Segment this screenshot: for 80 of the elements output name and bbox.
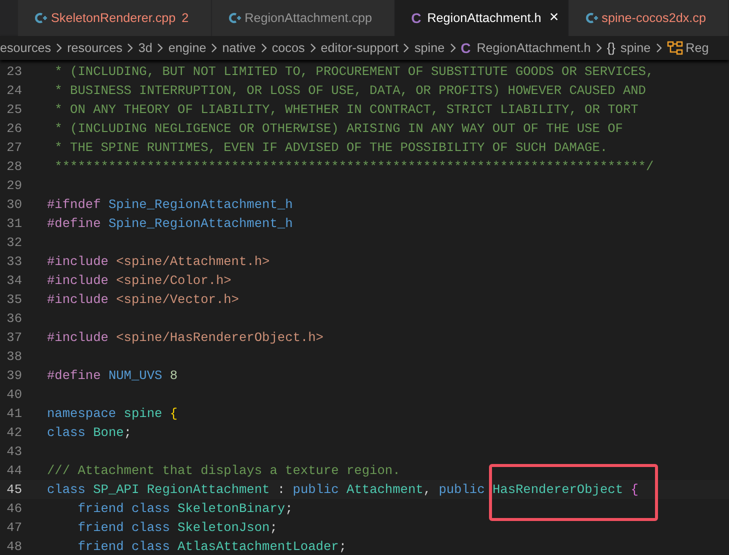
code-line: * BUSINESS INTERRUPTION, OR LOSS OF USE, DATA, OR PROFITS) HOWEVER CAUSED AND [54,82,646,100]
chevron-icon [656,43,662,53]
breadcrumb-item[interactable]: native [222,38,256,58]
breadcrumb-item[interactable]: 3d [138,38,152,58]
breadcrumb-item[interactable]: spine [414,38,445,58]
code-line: namespace spine { [47,404,178,423]
line-number: 32 [6,234,22,252]
line-number: 36 [6,310,22,328]
breadcrumb-item[interactable]: cocos [272,38,305,58]
line-number: 37 [6,328,22,347]
line-number: 41 [6,404,22,423]
tab-label: RegionAttachment.h [427,10,542,27]
tab-label: RegionAttachment.cpp [244,10,372,27]
line-number: 43 [6,442,22,461]
breadcrumb-item[interactable]: Reg [686,38,709,58]
editor-tab[interactable]: SkeletonRenderer.cpp 2 [18,0,212,36]
tab-label: spine-cocos2dx.cp [602,10,706,27]
chevron-icon [450,43,456,53]
line-number: 24 [6,82,22,100]
code-line: /// Attachment that displays a texture region. [47,462,400,480]
code-line: * ON ANY THEORY OF LIABILITY, WHETHER IN CONTRACT, STRICT LIABILITY, OR TORT [54,100,638,119]
code-line: *****************************************************************************/ [54,158,654,176]
line-number: 35 [6,290,22,309]
breadcrumb-item[interactable]: spine [620,38,651,58]
code-line: * THE SPINE RUNTIMES, EVEN IF ADVISED OF THE POSSIBILITY OF SUCH DAMAGE. [54,138,608,157]
chevron-icon [596,43,602,53]
chevron-icon [56,43,62,53]
chevron-icon [403,43,410,53]
code-line: friend class SkeletonBinary; [76,500,293,518]
breadcrumb-item[interactable]: esources [0,38,52,58]
line-number: 39 [6,366,22,385]
code-line: class Bone; [47,424,132,442]
line-number: 33 [6,252,22,271]
line-number: 38 [6,348,22,366]
line-number: 47 [6,518,22,537]
close-icon[interactable]: × [549,10,559,26]
line-number: 27 [6,138,22,157]
line-number: 25 [6,100,22,119]
line-number: 31 [6,214,22,233]
editor-tab[interactable]: RegionAttachment.cpp [212,0,396,36]
line-number: 28 [6,158,22,176]
line-number: 44 [6,462,22,480]
code-line: #define NUM_UVS 8 [47,366,178,385]
code-line: friend class SkeletonJson; [76,518,278,537]
line-number: 48 [6,538,22,555]
braces-icon: {} [606,38,616,58]
code-line: #include <spine/Color.h> [47,272,232,290]
code-line: * (INCLUDING NEGLIGENCE OR OTHERWISE) ARISING IN ANY WAY OUT OF THE USE OF [54,120,623,138]
code-line: #include <spine/Vector.h> [47,290,239,309]
line-number: 42 [6,424,22,442]
chevron-icon [260,43,267,53]
editor-tab[interactable]: C RegionAttachment.h × [395,0,569,36]
code-line: #include <spine/Attachment.h> [47,252,270,271]
line-number: 40 [6,386,22,404]
chevron-icon [211,43,218,53]
breadcrumb-item[interactable]: editor-support [320,38,398,58]
line-number: 34 [6,272,22,290]
code-line: #ifndef Spine_RegionAttachment_h [47,196,293,214]
line-number: 30 [6,196,22,214]
editor-tab[interactable]: spine-cocos2dx.cp [568,0,729,36]
line-number: 26 [6,120,22,138]
code-line: class SP_API RegionAttachment : public Attachment, public HasRendererObject { [47,480,638,499]
breadcrumb-item[interactable]: engine [168,38,206,58]
tab-label: SkeletonRenderer.cpp [51,10,176,27]
line-number: 46 [6,500,22,518]
code-line: friend class AtlasAttachmentLoader; [76,538,347,555]
code-line: #include <spine/HasRendererObject.h> [47,328,324,347]
c-letter-icon: C [460,38,471,58]
breadcrumb-item[interactable]: RegionAttachment.h [476,38,591,58]
chevron-icon [127,43,134,53]
code-line: * (INCLUDING, BUT NOT LIMITED TO, PROCUREMENT OF SUBSTITUTE GOODS OR SERVICES, [54,62,654,81]
chevron-icon [157,43,164,53]
line-number: 23 [6,62,22,81]
line-number: 29 [6,176,22,195]
code-line: #define Spine_RegionAttachment_h [47,214,293,233]
problem-count: 2 [182,10,189,27]
line-number: 45 [6,480,22,499]
c-letter-icon: C [411,8,422,28]
breadcrumb-item[interactable]: resources [67,38,122,58]
chevron-icon [310,43,316,53]
